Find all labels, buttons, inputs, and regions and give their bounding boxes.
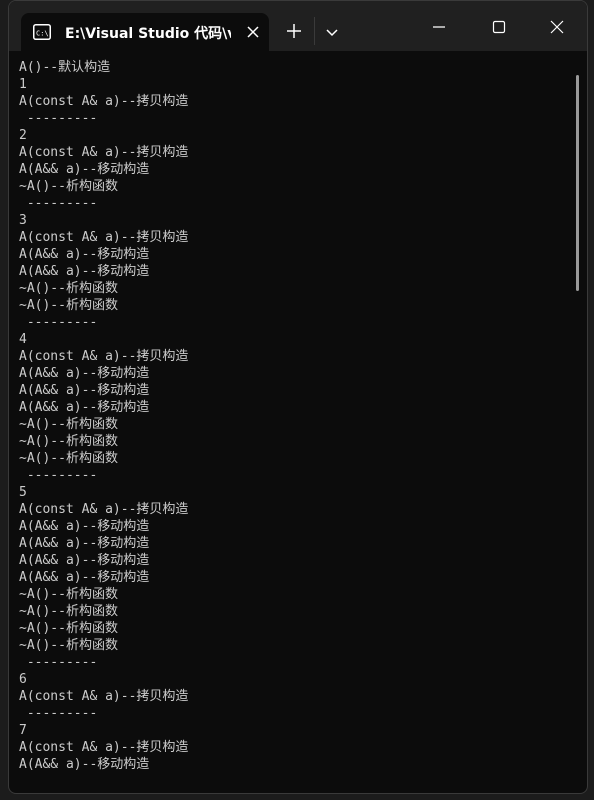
console-line: A(const A& a)--拷贝构造	[19, 502, 189, 517]
console-line: ---------	[19, 468, 98, 483]
console-line: A(A&& a)--移动构造	[19, 536, 150, 551]
console-line: A(const A& a)--拷贝构造	[19, 230, 189, 245]
console-line: ---------	[19, 111, 98, 126]
console-line: A(const A& a)--拷贝构造	[19, 94, 189, 109]
console-line: A()--默认构造	[19, 60, 111, 75]
console-line: ~A()--析构函数	[19, 434, 118, 449]
console-line: ---------	[19, 655, 98, 670]
console-line: A(const A& a)--拷贝构造	[19, 145, 189, 160]
window-close-icon[interactable]	[543, 13, 571, 41]
svg-text:C:\: C:\	[36, 30, 49, 38]
toolbar-divider	[314, 17, 315, 45]
console-line: ~A()--析构函数	[19, 604, 118, 619]
console-line: A(A&& a)--移动构造	[19, 570, 150, 585]
tab-terminal[interactable]: C:\ E:\Visual Studio 代码\v	[21, 13, 269, 51]
console-line: A(const A& a)--拷贝构造	[19, 349, 189, 364]
console-line: ~A()--析构函数	[19, 281, 118, 296]
console-line: ~A()--析构函数	[19, 179, 118, 194]
console-line: A(const A& a)--拷贝构造	[19, 689, 189, 704]
console-line: ---------	[19, 196, 98, 211]
console-line: ~A()--析构函数	[19, 417, 118, 432]
terminal-window: C:\ E:\Visual Studio 代码\v A()--默认构造 1 A(…	[8, 0, 588, 794]
console-line: 4	[19, 332, 27, 347]
console-line: A(A&& a)--移动构造	[19, 162, 150, 177]
console-line: ~A()--析构函数	[19, 298, 118, 313]
console-line: A(A&& a)--移动构造	[19, 400, 150, 415]
console-line: A(A&& a)--移动构造	[19, 264, 150, 279]
console-line: ~A()--析构函数	[19, 638, 118, 653]
console-line: A(A&& a)--移动构造	[19, 519, 150, 534]
console-line: 6	[19, 672, 27, 687]
tab-title: E:\Visual Studio 代码\v	[65, 26, 231, 42]
minimize-icon[interactable]	[425, 13, 453, 41]
console-line: 1	[19, 77, 27, 92]
console-line: ~A()--析构函数	[19, 621, 118, 636]
console-output[interactable]: A()--默认构造 1 A(const A& a)--拷贝构造 --------- 2…	[19, 59, 569, 789]
chevron-down-icon[interactable]	[321, 21, 343, 43]
maximize-icon[interactable]	[485, 13, 513, 41]
console-line: A(A&& a)--移动构造	[19, 247, 150, 262]
console-line: ---------	[19, 315, 98, 330]
title-bar: C:\ E:\Visual Studio 代码\v	[9, 1, 587, 51]
console-line: 5	[19, 485, 27, 500]
console-line: ~A()--析构函数	[19, 587, 118, 602]
console-line: ~A()--析构函数	[19, 451, 118, 466]
console-line: A(A&& a)--移动构造	[19, 366, 150, 381]
console-line: 2	[19, 128, 27, 143]
close-icon[interactable]	[243, 22, 263, 42]
console-line: A(A&& a)--移动构造	[19, 383, 150, 398]
console-line: 3	[19, 213, 27, 228]
console-line: A(A&& a)--移动构造	[19, 757, 150, 772]
console-line: A(const A& a)--拷贝构造	[19, 740, 189, 755]
console-line: ---------	[19, 706, 98, 721]
terminal-icon: C:\	[33, 24, 51, 40]
console-line: A(A&& a)--移动构造	[19, 553, 150, 568]
scrollbar-thumb[interactable]	[576, 75, 579, 291]
plus-icon[interactable]	[283, 20, 305, 42]
console-line: 7	[19, 723, 27, 738]
